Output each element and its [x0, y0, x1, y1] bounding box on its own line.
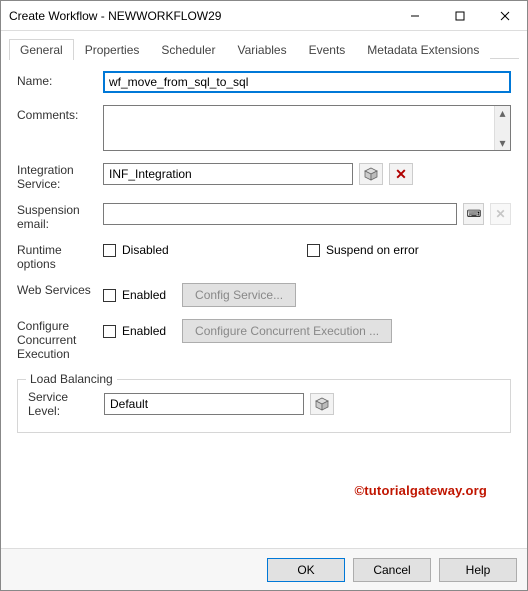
config-service-button: Config Service... [182, 283, 296, 307]
clear-suspension-email-button: ✕ [490, 203, 511, 225]
tab-scheduler[interactable]: Scheduler [150, 39, 226, 60]
dialog-window: Create Workflow - NEWWORKFLOW29 General … [0, 0, 528, 591]
tab-properties[interactable]: Properties [74, 39, 151, 60]
comments-scrollbar[interactable]: ▴▾ [494, 106, 510, 150]
cc-enabled-checkbox[interactable] [103, 325, 116, 338]
cube-icon [315, 397, 329, 411]
integration-service-input[interactable] [103, 163, 353, 185]
configure-concurrent-execution-button: Configure Concurrent Execution ... [182, 319, 392, 343]
row-name: Name: [17, 71, 511, 93]
tab-strip: General Properties Scheduler Variables E… [9, 37, 519, 59]
cc-enabled-label: Enabled [122, 324, 166, 338]
title-bar: Create Workflow - NEWWORKFLOW29 [1, 1, 527, 31]
keyboard-button[interactable]: ⌨ [463, 203, 484, 225]
tab-variables[interactable]: Variables [226, 39, 297, 60]
window-title: Create Workflow - NEWWORKFLOW29 [9, 9, 392, 23]
suspend-on-error-checkbox[interactable] [307, 244, 320, 257]
client-area: General Properties Scheduler Variables E… [1, 31, 527, 548]
service-level-input[interactable] [104, 393, 304, 415]
row-configure-concurrent: Configure Concurrent Execution Enabled C… [17, 319, 511, 361]
clear-integration-service-button[interactable]: ✕ [389, 163, 413, 185]
suspend-on-error-label: Suspend on error [326, 243, 419, 257]
ws-enabled-label: Enabled [122, 288, 166, 302]
row-comments: Comments: ▴▾ [17, 105, 511, 151]
row-runtime-options: Runtime options Disabled Suspend on erro… [17, 243, 511, 271]
browse-integration-service-button[interactable] [359, 163, 383, 185]
load-balancing-legend: Load Balancing [26, 372, 117, 386]
cc-enabled-checkbox-wrap[interactable]: Enabled [103, 324, 166, 338]
label-name: Name: [17, 71, 93, 88]
row-web-services: Web Services Enabled Config Service... [17, 283, 511, 307]
cancel-button[interactable]: Cancel [353, 558, 431, 582]
x-icon: ✕ [395, 167, 407, 181]
close-button[interactable] [482, 1, 527, 30]
suspend-on-error-checkbox-wrap[interactable]: Suspend on error [307, 243, 511, 257]
name-input[interactable] [103, 71, 511, 93]
tab-metadata-extensions[interactable]: Metadata Extensions [356, 39, 490, 60]
tab-events[interactable]: Events [298, 39, 357, 60]
label-comments: Comments: [17, 105, 93, 122]
cube-icon [364, 167, 378, 181]
dialog-footer: OK Cancel Help [1, 548, 527, 590]
suspension-email-input[interactable] [103, 203, 457, 225]
browse-service-level-button[interactable] [310, 393, 334, 415]
label-runtime-options: Runtime options [17, 243, 93, 271]
help-button[interactable]: Help [439, 558, 517, 582]
label-integration-service: Integration Service: [17, 163, 93, 191]
row-integration-service: Integration Service: ✕ [17, 163, 511, 191]
label-configure-concurrent: Configure Concurrent Execution [17, 319, 93, 361]
keyboard-icon: ⌨ [467, 209, 480, 220]
tab-general[interactable]: General [9, 39, 74, 60]
label-service-level: Service Level: [28, 390, 94, 418]
ok-button[interactable]: OK [267, 558, 345, 582]
disabled-label: Disabled [122, 243, 169, 257]
disabled-checkbox-wrap[interactable]: Disabled [103, 243, 307, 257]
ws-enabled-checkbox[interactable] [103, 289, 116, 302]
panel-general: Name: Comments: ▴▾ Integration Service: [9, 59, 519, 548]
maximize-button[interactable] [437, 1, 482, 30]
label-web-services: Web Services [17, 283, 93, 297]
label-suspension-email: Suspension email: [17, 203, 93, 231]
load-balancing-group: Load Balancing Service Level: [17, 379, 511, 433]
row-suspension-email: Suspension email: ⌨ ✕ [17, 203, 511, 231]
minimize-button[interactable] [392, 1, 437, 30]
x-icon: ✕ [495, 207, 505, 221]
disabled-checkbox[interactable] [103, 244, 116, 257]
ws-enabled-checkbox-wrap[interactable]: Enabled [103, 288, 166, 302]
comments-textarea[interactable] [104, 106, 488, 150]
